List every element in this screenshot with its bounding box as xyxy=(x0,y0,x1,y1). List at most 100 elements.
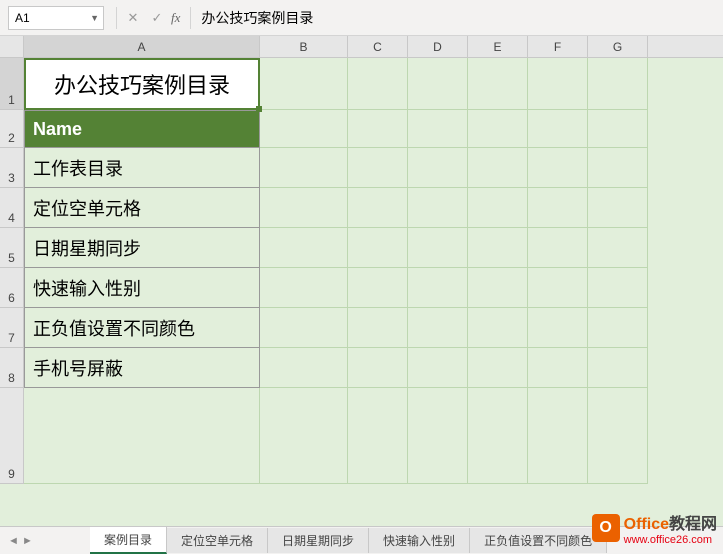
cell[interactable] xyxy=(348,110,408,148)
row-header-5[interactable]: 5 xyxy=(0,228,24,268)
column-headers: A B C D E F G xyxy=(24,36,723,58)
cell[interactable] xyxy=(588,148,648,188)
cell[interactable] xyxy=(348,148,408,188)
name-box-value: A1 xyxy=(15,11,30,25)
list-item[interactable]: 工作表目录 xyxy=(24,148,260,188)
cell[interactable] xyxy=(528,388,588,484)
cell[interactable] xyxy=(468,388,528,484)
cancel-icon: ✕ xyxy=(121,6,145,30)
cell[interactable] xyxy=(528,268,588,308)
cell[interactable] xyxy=(528,58,588,110)
list-item[interactable]: 手机号屏蔽 xyxy=(24,348,260,388)
cell[interactable] xyxy=(528,348,588,388)
row-header-1[interactable]: 1 xyxy=(0,58,24,110)
cell[interactable] xyxy=(408,148,468,188)
cell[interactable] xyxy=(260,188,348,228)
sheet-tab[interactable]: 快速输入性别 xyxy=(369,528,470,553)
cell[interactable] xyxy=(408,58,468,110)
cell-a1-value: 办公技巧案例目录 xyxy=(54,68,230,100)
cell[interactable] xyxy=(468,148,528,188)
column-header-a[interactable]: A xyxy=(24,36,260,57)
cell[interactable] xyxy=(468,308,528,348)
cell[interactable] xyxy=(468,188,528,228)
cell[interactable] xyxy=(528,228,588,268)
cell[interactable] xyxy=(588,228,648,268)
cell[interactable] xyxy=(348,348,408,388)
row-header-4[interactable]: 4 xyxy=(0,188,24,228)
cell[interactable] xyxy=(260,148,348,188)
column-header-b[interactable]: B xyxy=(260,36,348,57)
column-header-g[interactable]: G xyxy=(588,36,648,57)
cell[interactable] xyxy=(408,228,468,268)
cell[interactable] xyxy=(588,388,648,484)
row-header-2[interactable]: 2 xyxy=(0,110,24,148)
dropdown-icon[interactable]: ▼ xyxy=(90,13,99,23)
column-header-d[interactable]: D xyxy=(408,36,468,57)
select-all-corner[interactable] xyxy=(0,36,24,58)
formula-input[interactable] xyxy=(195,6,723,30)
divider xyxy=(190,7,191,29)
cell[interactable] xyxy=(588,110,648,148)
list-item[interactable]: 正负值设置不同颜色 xyxy=(24,308,260,348)
sheet-tab[interactable]: 定位空单元格 xyxy=(167,528,268,553)
cell-a1-selected[interactable]: 办公技巧案例目录 xyxy=(24,58,260,110)
cell[interactable] xyxy=(260,348,348,388)
cell[interactable] xyxy=(260,58,348,110)
cell[interactable] xyxy=(260,228,348,268)
cell[interactable] xyxy=(588,348,648,388)
sheet-tab[interactable]: 案例目录 xyxy=(90,527,167,554)
cell[interactable] xyxy=(260,308,348,348)
cell[interactable] xyxy=(408,188,468,228)
row-header-3[interactable]: 3 xyxy=(0,148,24,188)
cell-a2-header[interactable]: Name xyxy=(24,110,260,148)
cell[interactable] xyxy=(588,308,648,348)
spreadsheet-grid: A B C D E F G 1 2 3 4 5 6 7 8 9 办公技巧案例目录 xyxy=(0,36,723,526)
sheet-tab[interactable]: 正负值设置不同颜色 xyxy=(470,528,607,553)
cell[interactable] xyxy=(468,268,528,308)
row-header-6[interactable]: 6 xyxy=(0,268,24,308)
cell[interactable] xyxy=(348,228,408,268)
cell[interactable] xyxy=(408,348,468,388)
cell[interactable] xyxy=(348,308,408,348)
fx-icon[interactable]: fx xyxy=(171,10,180,26)
column-header-c[interactable]: C xyxy=(348,36,408,57)
fill-handle[interactable] xyxy=(256,106,262,112)
cell[interactable] xyxy=(348,268,408,308)
cell[interactable] xyxy=(588,268,648,308)
row-headers: 1 2 3 4 5 6 7 8 9 xyxy=(0,58,24,484)
cell[interactable] xyxy=(348,388,408,484)
cell[interactable] xyxy=(468,228,528,268)
row-header-7[interactable]: 7 xyxy=(0,308,24,348)
cell[interactable] xyxy=(408,268,468,308)
cell[interactable] xyxy=(528,308,588,348)
cell[interactable] xyxy=(24,388,260,484)
name-box[interactable]: A1 ▼ xyxy=(8,6,104,30)
cell[interactable] xyxy=(348,188,408,228)
sheet-tab[interactable]: 日期星期同步 xyxy=(268,528,369,553)
cell[interactable] xyxy=(408,308,468,348)
cell[interactable] xyxy=(528,148,588,188)
cell[interactable] xyxy=(588,188,648,228)
cell[interactable] xyxy=(260,268,348,308)
row-header-9[interactable]: 9 xyxy=(0,388,24,484)
list-item[interactable]: 快速输入性别 xyxy=(24,268,260,308)
cell[interactable] xyxy=(468,58,528,110)
cell[interactable] xyxy=(468,348,528,388)
cell[interactable] xyxy=(528,188,588,228)
column-header-f[interactable]: F xyxy=(528,36,588,57)
column-header-e[interactable]: E xyxy=(468,36,528,57)
row-header-8[interactable]: 8 xyxy=(0,348,24,388)
cell[interactable] xyxy=(528,110,588,148)
list-item[interactable]: 日期星期同步 xyxy=(24,228,260,268)
cell[interactable] xyxy=(260,388,348,484)
cell[interactable] xyxy=(408,388,468,484)
cell[interactable] xyxy=(468,110,528,148)
list-item[interactable]: 定位空单元格 xyxy=(24,188,260,228)
formula-bar: A1 ▼ ✕ ✓ fx xyxy=(0,0,723,36)
divider xyxy=(116,7,117,29)
cell[interactable] xyxy=(408,110,468,148)
cell[interactable] xyxy=(588,58,648,110)
tab-nav-arrows[interactable]: ◄ ► xyxy=(8,535,33,547)
cell[interactable] xyxy=(348,58,408,110)
cell[interactable] xyxy=(260,110,348,148)
